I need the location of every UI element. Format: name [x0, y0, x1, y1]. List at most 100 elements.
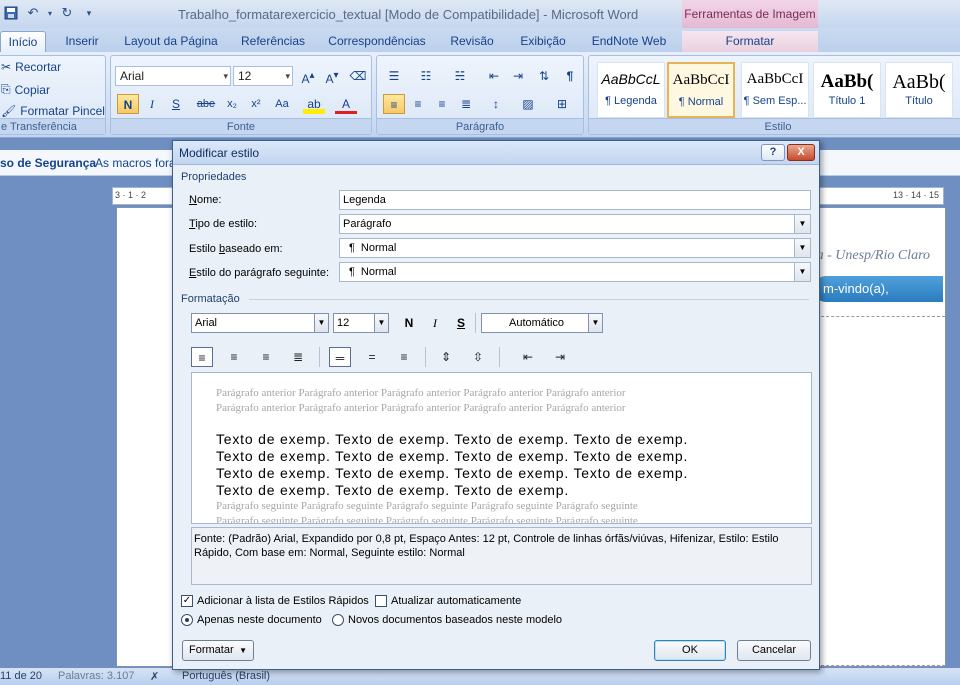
help-button[interactable]: ?	[761, 144, 785, 161]
cancel-button[interactable]: Cancelar	[737, 640, 811, 661]
ok-button[interactable]: OK	[654, 640, 726, 661]
dialog-size-combo[interactable]: 12 ▼	[333, 313, 389, 333]
single-spacing-icon[interactable]: ═	[329, 347, 351, 367]
customize-qat-icon[interactable]: ▾	[80, 4, 98, 22]
font-color-icon[interactable]: A	[335, 94, 357, 114]
next-style-select[interactable]: ¶ Normal ▼	[339, 262, 811, 282]
dialog-underline-button[interactable]: S	[451, 313, 471, 333]
change-case-button[interactable]: Aa	[271, 94, 293, 114]
sort-icon[interactable]: ⇅	[533, 66, 555, 86]
quick-access-toolbar: ↶ ▾ ↻ ▾	[2, 4, 98, 22]
tab-endnote[interactable]: EndNote Web	[584, 31, 674, 52]
auto-update-checkbox[interactable]: Atualizar automaticamente	[375, 595, 521, 607]
align-left-icon[interactable]: ≡	[383, 94, 405, 114]
word-count[interactable]: Palavras: 3.107	[58, 670, 134, 682]
dialog-italic-button[interactable]: I	[425, 313, 445, 333]
superscript-button[interactable]: x²	[245, 94, 267, 114]
dialog-align-center-icon[interactable]: ≡	[223, 347, 245, 367]
highlight-icon[interactable]: ab	[303, 94, 325, 114]
chevron-down-icon[interactable]: ▼	[794, 239, 810, 257]
copy-button[interactable]: ⎘ Copiar	[1, 82, 50, 97]
double-spacing-icon[interactable]: ≡	[393, 347, 415, 367]
paragraph-style-icon: ¶	[349, 242, 355, 254]
dialog-align-left-icon[interactable]: ≡	[191, 347, 213, 367]
dialog-font-combo[interactable]: Arial ▼	[191, 313, 329, 333]
increase-indent-icon[interactable]: ⇥	[507, 66, 529, 86]
cut-button[interactable]: ✂ Recortar	[1, 60, 61, 74]
chevron-down-icon[interactable]: ▼	[314, 314, 328, 332]
chevron-down-icon[interactable]: ▼	[374, 314, 388, 332]
undo-dropdown-icon[interactable]: ▾	[46, 4, 54, 22]
tab-layout[interactable]: Layout da Página	[118, 31, 224, 52]
tab-exibicao[interactable]: Exibição	[512, 31, 574, 52]
chevron-down-icon[interactable]: ▼	[794, 215, 810, 233]
justify-icon[interactable]: ≣	[455, 94, 477, 114]
numbering-icon[interactable]: ☷	[415, 66, 437, 86]
chevron-down-icon[interactable]: ▼	[588, 314, 602, 332]
based-on-value: Normal	[360, 242, 397, 254]
dialog-increase-indent-icon[interactable]: ⇥	[549, 347, 571, 367]
increase-paragraph-spacing-icon[interactable]: ⇕	[435, 347, 457, 367]
close-button[interactable]: X	[787, 144, 815, 161]
tab-referencias[interactable]: Referências	[234, 31, 312, 52]
style-name-input[interactable]: Legenda	[339, 190, 811, 210]
tab-correspondencias[interactable]: Correspondências	[322, 31, 432, 52]
decrease-paragraph-spacing-icon[interactable]: ⇳	[467, 347, 489, 367]
bullets-icon[interactable]: ☰	[383, 66, 405, 86]
tab-inicio[interactable]: Início	[0, 31, 46, 52]
copy-label: Copiar	[14, 82, 50, 97]
paragraph-style-icon: ¶	[349, 266, 355, 278]
dialog-titlebar[interactable]: Modificar estilo ? X	[173, 141, 819, 165]
style-legenda[interactable]: AaBbCcL ¶ Legenda	[597, 62, 665, 118]
multilevel-list-icon[interactable]: ☵	[449, 66, 471, 86]
proofing-icon[interactable]: ✗	[150, 670, 159, 683]
strikethrough-button[interactable]: abe	[195, 94, 217, 114]
decrease-indent-icon[interactable]: ⇤	[483, 66, 505, 86]
new-documents-radio[interactable]: Novos documentos baseados neste modelo	[332, 614, 562, 626]
tab-formatar[interactable]: Formatar	[682, 31, 818, 52]
format-painter-button[interactable]: 🖌 Formatar Pincel	[1, 104, 105, 118]
preview-sample-text: Texto de exemp. Texto de exemp. Texto de…	[216, 482, 570, 498]
page-count[interactable]: 11 de 20	[0, 670, 42, 682]
style-type-select[interactable]: Parágrafo ▼	[339, 214, 811, 234]
clear-format-icon[interactable]: ⌫	[347, 66, 369, 86]
align-center-icon[interactable]: ≡	[407, 94, 429, 114]
shading-icon[interactable]: ▨	[517, 94, 539, 114]
style-titulo[interactable]: AaBb( Título	[885, 62, 953, 118]
bold-button[interactable]: N	[117, 94, 139, 114]
align-right-icon[interactable]: ≡	[431, 94, 453, 114]
undo-icon[interactable]: ↶	[24, 4, 42, 22]
only-this-document-radio[interactable]: Apenas neste documento	[181, 614, 322, 626]
add-quick-styles-checkbox[interactable]: ✓ Adicionar à lista de Estilos Rápidos	[181, 595, 369, 607]
dialog-justify-icon[interactable]: ≣	[287, 347, 309, 367]
subscript-button[interactable]: x₂	[221, 94, 243, 114]
language-indicator[interactable]: Português (Brasil)	[182, 670, 270, 682]
pilcrow-icon[interactable]: ¶	[559, 66, 581, 86]
line-spacing-icon[interactable]: ↕	[485, 94, 507, 114]
style-normal[interactable]: AaBbCcI ¶ Normal	[667, 62, 735, 118]
borders-icon[interactable]: ⊞	[551, 94, 573, 114]
format-menu-button[interactable]: Formatar ▼	[182, 640, 254, 661]
preview-next-paragraph: Parágrafo seguinte Parágrafo seguinte Pa…	[216, 515, 638, 524]
shrink-font-button[interactable]: A▾	[321, 66, 343, 86]
preview-previous-paragraph: Parágrafo anterior Parágrafo anterior Pa…	[216, 387, 626, 399]
chevron-down-icon[interactable]: ▼	[794, 263, 810, 281]
tab-inserir[interactable]: Inserir	[56, 31, 108, 52]
style-sem-espacamento[interactable]: AaBbCcI ¶ Sem Esp...	[741, 62, 809, 118]
save-icon[interactable]	[2, 4, 20, 22]
redo-icon[interactable]: ↻	[58, 4, 76, 22]
based-on-select[interactable]: ¶ Normal ▼	[339, 238, 811, 258]
dialog-bold-button[interactable]: N	[399, 313, 419, 333]
underline-button[interactable]: S	[165, 94, 187, 114]
font-size-combo[interactable]: 12 ▾	[233, 66, 293, 86]
dialog-align-right-icon[interactable]: ≡	[255, 347, 277, 367]
font-color-combo[interactable]: Automático ▼	[481, 313, 603, 333]
one-half-spacing-icon[interactable]: =	[361, 347, 383, 367]
grow-font-button[interactable]: A▴	[297, 66, 319, 86]
tab-revisao[interactable]: Revisão	[444, 31, 500, 52]
status-bar: 11 de 20 Palavras: 3.107 ✗ Português (Br…	[0, 668, 960, 685]
italic-button[interactable]: I	[141, 94, 163, 114]
font-name-combo[interactable]: Arial ▾	[115, 66, 231, 86]
style-titulo-1[interactable]: AaBb( Título 1	[813, 62, 881, 118]
dialog-decrease-indent-icon[interactable]: ⇤	[517, 347, 539, 367]
